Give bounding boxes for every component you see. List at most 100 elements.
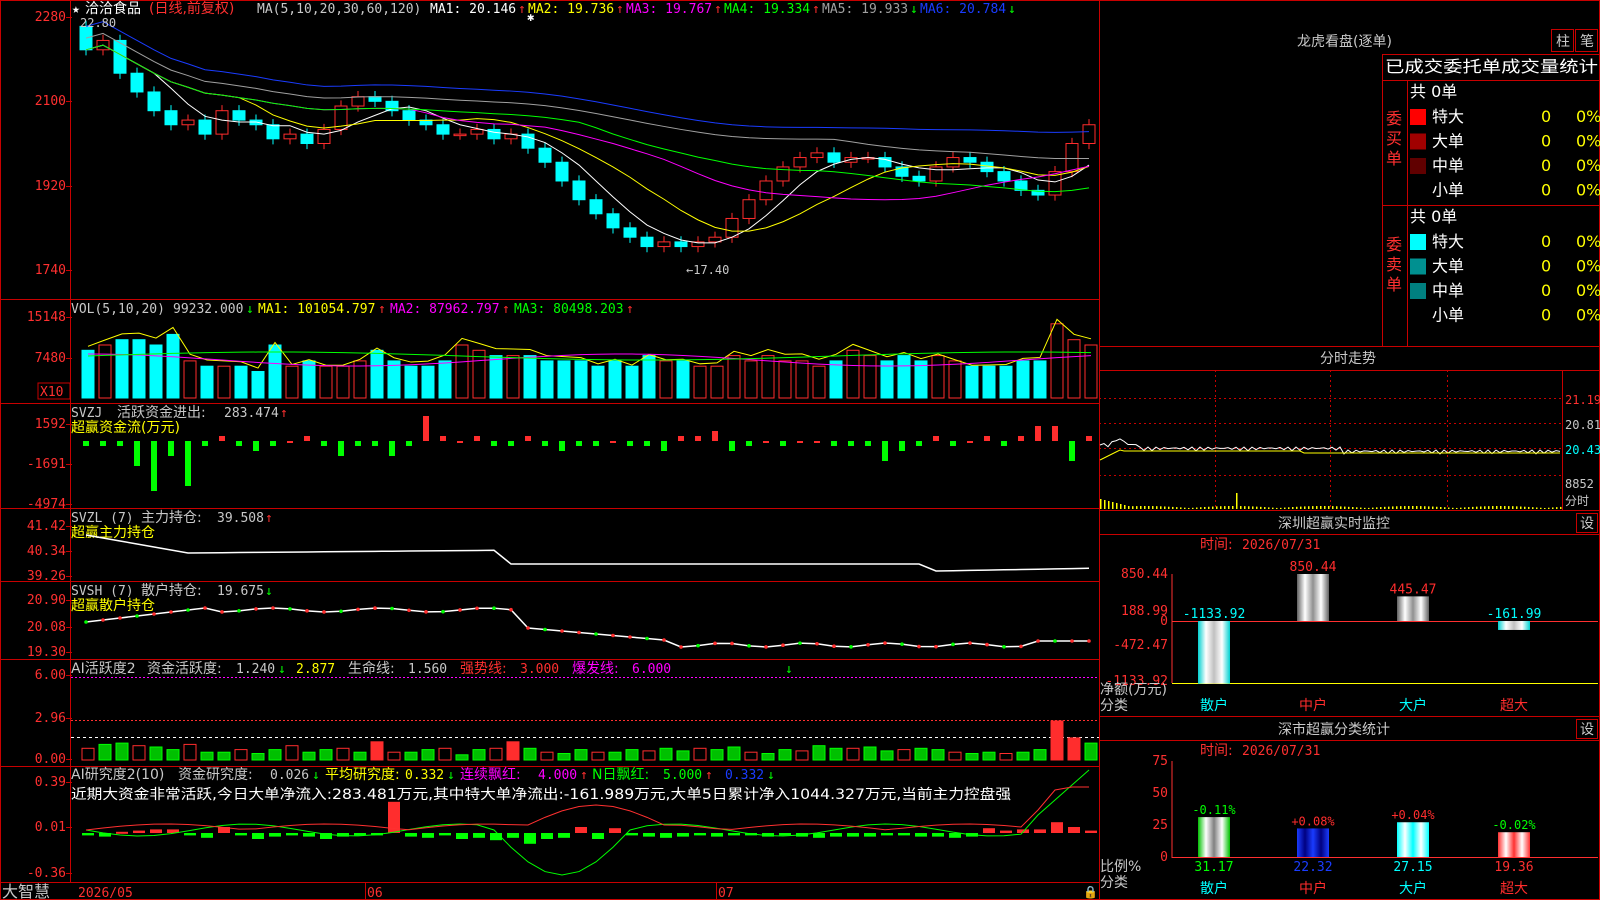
flow-bar bbox=[321, 441, 327, 446]
activity-bar bbox=[285, 745, 299, 761]
candle-body bbox=[538, 147, 552, 163]
research-bar bbox=[932, 833, 944, 837]
volume-bar bbox=[591, 365, 605, 399]
ai1-burst: 6.000 bbox=[632, 662, 671, 677]
intraday-vol-bar bbox=[1536, 507, 1538, 509]
activity-bar bbox=[744, 751, 758, 761]
ai1-yticks-tick-0: 6.00 bbox=[35, 668, 66, 683]
ai2-y-axis: 0.39 0.01 -0.36 bbox=[27, 775, 72, 881]
activity-bar bbox=[880, 750, 894, 761]
intraday-panel[interactable]: 分时走势 21.19 20.81 20.43 8852 分时 bbox=[1099, 351, 1600, 510]
retail-dot bbox=[407, 608, 411, 613]
ma-value-1: MA1: 20.146 bbox=[430, 2, 516, 17]
research-bar bbox=[898, 833, 910, 836]
volume-bar bbox=[557, 360, 571, 399]
research-bar bbox=[150, 829, 162, 833]
stats-chg-3: -0.02% bbox=[1492, 818, 1536, 832]
chart-canvas[interactable]: 2280 2100 1920 1740 ★ 洽洽食品 (日线,前复权) MA(5,10… bbox=[0, 0, 1600, 900]
volume-bar bbox=[625, 365, 639, 399]
flow-bar bbox=[916, 441, 922, 446]
flow-bar bbox=[440, 436, 446, 441]
retail-dot bbox=[968, 641, 972, 645]
ai2-last-arrow: ↓ bbox=[767, 768, 775, 783]
retail-dot bbox=[662, 638, 666, 642]
svsh-title: SVSH (7) bbox=[71, 584, 134, 599]
retail-dot bbox=[186, 608, 190, 612]
volume-bar bbox=[183, 360, 197, 399]
monitor-settings-button[interactable]: 设 bbox=[1580, 516, 1594, 532]
activity-bar bbox=[455, 754, 469, 761]
intraday-vol-bar bbox=[1216, 506, 1218, 509]
retail-dot bbox=[101, 618, 105, 622]
intraday-vol-bar bbox=[1172, 506, 1174, 509]
volume-bar bbox=[914, 360, 928, 399]
activity-bar bbox=[795, 750, 809, 761]
activity-bar bbox=[98, 743, 112, 761]
vol-ma-arrow-1: ↑ bbox=[378, 302, 386, 317]
flow-bar bbox=[117, 441, 123, 446]
intraday-vol-bar bbox=[1200, 507, 1202, 509]
activity-bar bbox=[1033, 749, 1047, 761]
intraday-vol-bar bbox=[1352, 507, 1354, 509]
ai2-last: 0.332 bbox=[725, 768, 764, 783]
candle-body bbox=[589, 199, 603, 215]
stats-chg-2: +0.04% bbox=[1391, 808, 1435, 822]
ai1-life: 1.560 bbox=[408, 662, 447, 677]
research-bar bbox=[252, 833, 264, 839]
tab-bar-mode[interactable]: 柱 bbox=[1556, 34, 1570, 50]
intraday-vol-bar bbox=[1408, 506, 1410, 509]
ma-value-3: MA3: 19.767 bbox=[626, 2, 712, 17]
intraday-vol-bar bbox=[1268, 507, 1270, 509]
ai2-n-label: N日飘红: bbox=[592, 767, 649, 783]
research-bar bbox=[575, 827, 587, 833]
flow-bar bbox=[1069, 441, 1075, 461]
research-bar bbox=[711, 833, 723, 837]
stats-panel: 深市超赢分类统计 设 时间: 2026/07/31 75 50 25 0 -0.11% 3… bbox=[1100, 719, 1598, 897]
intraday-vol-bar bbox=[1292, 507, 1294, 509]
svzj-value: 283.474 bbox=[224, 406, 279, 421]
activity-bar-hot bbox=[1051, 721, 1063, 760]
intraday-vol-bar bbox=[1360, 507, 1362, 509]
volume-bar bbox=[574, 360, 588, 399]
stats-cat-0: 散户 bbox=[1200, 880, 1228, 897]
ma-line-2 bbox=[85, 44, 1090, 232]
flow-bar bbox=[831, 441, 837, 446]
intraday-vol-bar bbox=[1512, 506, 1514, 509]
activity-bar bbox=[302, 751, 316, 761]
intraday-vol-bar bbox=[1264, 507, 1266, 509]
tab-tick-mode[interactable]: 笔 bbox=[1580, 34, 1594, 50]
retail-dot bbox=[1087, 639, 1091, 643]
intraday-vol-bar bbox=[1400, 506, 1402, 509]
ma-arrow-5: ↓ bbox=[910, 2, 918, 17]
research-bar bbox=[303, 833, 315, 837]
volume-bar bbox=[200, 365, 214, 399]
svsh-y-axis: 20.90 20.08 19.30 bbox=[27, 593, 72, 660]
main-yticks-tick-2: 1920 bbox=[35, 179, 66, 194]
volume-bar bbox=[268, 344, 282, 399]
flow-bar bbox=[508, 441, 514, 446]
stats-settings-button[interactable]: 设 bbox=[1580, 722, 1594, 738]
volume-bar bbox=[336, 365, 350, 399]
ma-arrow-3: ↑ bbox=[714, 2, 722, 17]
stock-name[interactable]: 洽洽食品 bbox=[85, 0, 141, 17]
intraday-vol-bar bbox=[1260, 506, 1262, 509]
flow-bar bbox=[406, 441, 412, 446]
retail-dot bbox=[1053, 639, 1057, 643]
vol-value: 99232.000 bbox=[173, 302, 243, 317]
retail-dot bbox=[475, 606, 479, 611]
intraday-vol-bar bbox=[1544, 507, 1546, 509]
activity-bar bbox=[659, 747, 673, 761]
stats-y-tick-3: 0 bbox=[1160, 850, 1168, 865]
volume-bar bbox=[863, 355, 877, 399]
monitor-bar-3 bbox=[1498, 621, 1530, 630]
intraday-vol-bar bbox=[1152, 506, 1154, 509]
volume-bar bbox=[98, 344, 112, 399]
research-bar bbox=[1085, 830, 1097, 833]
activity-bar bbox=[710, 749, 724, 761]
flow-bar bbox=[882, 441, 888, 461]
research-bar bbox=[592, 833, 604, 839]
flow-bar bbox=[457, 441, 463, 443]
research-bar bbox=[201, 833, 213, 838]
intraday-vol-bar bbox=[1472, 506, 1474, 509]
stats-y-tick-1: 50 bbox=[1152, 786, 1168, 801]
